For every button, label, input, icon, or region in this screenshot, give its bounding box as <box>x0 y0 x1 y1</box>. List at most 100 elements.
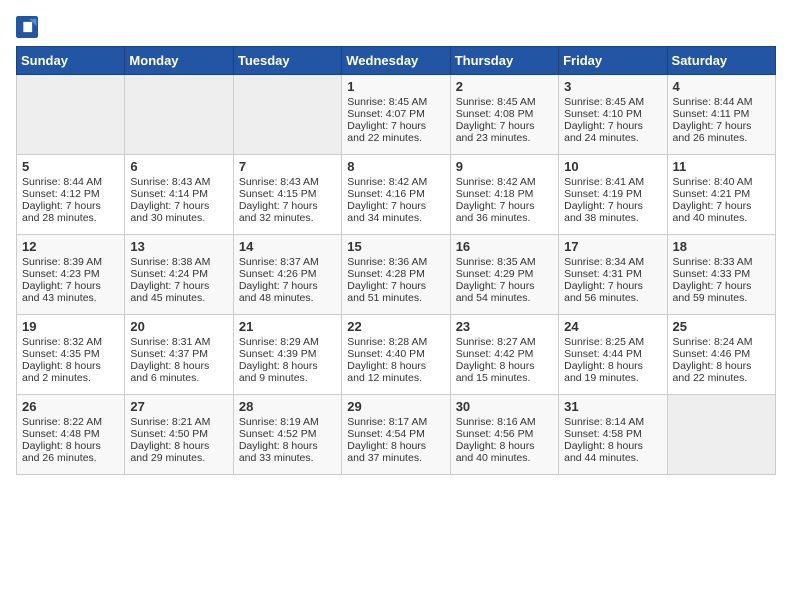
day-number: 29 <box>347 399 444 414</box>
sunset: Sunset: 4:11 PM <box>673 108 750 120</box>
day-number: 19 <box>22 319 119 334</box>
calendar-cell <box>233 75 341 155</box>
daylight: Daylight: 7 hours and 23 minutes. <box>456 120 535 144</box>
sunrise: Sunrise: 8:40 AM <box>673 176 753 188</box>
sunset: Sunset: 4:14 PM <box>130 188 208 200</box>
sunset: Sunset: 4:12 PM <box>22 188 100 200</box>
day-number: 4 <box>673 79 770 94</box>
sunrise: Sunrise: 8:38 AM <box>130 256 210 268</box>
calendar-cell: 17Sunrise: 8:34 AMSunset: 4:31 PMDayligh… <box>559 235 667 315</box>
calendar-cell: 8Sunrise: 8:42 AMSunset: 4:16 PMDaylight… <box>342 155 450 235</box>
sunrise: Sunrise: 8:16 AM <box>456 416 536 428</box>
daylight: Daylight: 8 hours and 9 minutes. <box>239 360 318 384</box>
calendar-cell: 5Sunrise: 8:44 AMSunset: 4:12 PMDaylight… <box>17 155 125 235</box>
sunrise: Sunrise: 8:37 AM <box>239 256 319 268</box>
sunrise: Sunrise: 8:45 AM <box>564 96 644 108</box>
sunrise: Sunrise: 8:14 AM <box>564 416 644 428</box>
calendar-cell: 14Sunrise: 8:37 AMSunset: 4:26 PMDayligh… <box>233 235 341 315</box>
calendar-cell: 19Sunrise: 8:32 AMSunset: 4:35 PMDayligh… <box>17 315 125 395</box>
day-number: 18 <box>673 239 770 254</box>
calendar-cell: 29Sunrise: 8:17 AMSunset: 4:54 PMDayligh… <box>342 395 450 475</box>
daylight: Daylight: 7 hours and 24 minutes. <box>564 120 643 144</box>
day-number: 23 <box>456 319 553 334</box>
sunset: Sunset: 4:54 PM <box>347 428 425 440</box>
calendar-header-day: Monday <box>125 47 233 75</box>
day-number: 25 <box>673 319 770 334</box>
sunset: Sunset: 4:42 PM <box>456 348 534 360</box>
sunrise: Sunrise: 8:36 AM <box>347 256 427 268</box>
calendar-cell <box>17 75 125 155</box>
calendar-cell: 10Sunrise: 8:41 AMSunset: 4:19 PMDayligh… <box>559 155 667 235</box>
sunset: Sunset: 4:21 PM <box>673 188 751 200</box>
calendar-cell: 30Sunrise: 8:16 AMSunset: 4:56 PMDayligh… <box>450 395 558 475</box>
daylight: Daylight: 8 hours and 44 minutes. <box>564 440 643 464</box>
day-number: 24 <box>564 319 661 334</box>
sunset: Sunset: 4:46 PM <box>673 348 751 360</box>
sunset: Sunset: 4:48 PM <box>22 428 100 440</box>
calendar-cell: 27Sunrise: 8:21 AMSunset: 4:50 PMDayligh… <box>125 395 233 475</box>
sunset: Sunset: 4:35 PM <box>22 348 100 360</box>
sunset: Sunset: 4:58 PM <box>564 428 642 440</box>
daylight: Daylight: 7 hours and 34 minutes. <box>347 200 426 224</box>
day-number: 13 <box>130 239 227 254</box>
day-number: 31 <box>564 399 661 414</box>
logo <box>16 16 42 38</box>
daylight: Daylight: 7 hours and 59 minutes. <box>673 280 752 304</box>
sunrise: Sunrise: 8:45 AM <box>456 96 536 108</box>
day-number: 26 <box>22 399 119 414</box>
day-number: 16 <box>456 239 553 254</box>
sunset: Sunset: 4:33 PM <box>673 268 751 280</box>
sunrise: Sunrise: 8:25 AM <box>564 336 644 348</box>
day-number: 20 <box>130 319 227 334</box>
calendar-cell: 26Sunrise: 8:22 AMSunset: 4:48 PMDayligh… <box>17 395 125 475</box>
daylight: Daylight: 8 hours and 29 minutes. <box>130 440 209 464</box>
calendar-cell: 23Sunrise: 8:27 AMSunset: 4:42 PMDayligh… <box>450 315 558 395</box>
daylight: Daylight: 8 hours and 22 minutes. <box>673 360 752 384</box>
day-number: 17 <box>564 239 661 254</box>
sunset: Sunset: 4:18 PM <box>456 188 534 200</box>
daylight: Daylight: 7 hours and 40 minutes. <box>673 200 752 224</box>
daylight: Daylight: 8 hours and 15 minutes. <box>456 360 535 384</box>
calendar-cell: 6Sunrise: 8:43 AMSunset: 4:14 PMDaylight… <box>125 155 233 235</box>
day-number: 11 <box>673 159 770 174</box>
calendar-header-day: Thursday <box>450 47 558 75</box>
sunset: Sunset: 4:24 PM <box>130 268 208 280</box>
logo-icon <box>16 16 38 38</box>
calendar-cell: 9Sunrise: 8:42 AMSunset: 4:18 PMDaylight… <box>450 155 558 235</box>
daylight: Daylight: 7 hours and 54 minutes. <box>456 280 535 304</box>
calendar-header: SundayMondayTuesdayWednesdayThursdayFrid… <box>17 47 776 75</box>
calendar-header-day: Sunday <box>17 47 125 75</box>
sunset: Sunset: 4:23 PM <box>22 268 100 280</box>
calendar-cell: 31 Sunrise: 8:14 AMSunset: 4:58 PMDayligh… <box>559 395 667 475</box>
sunset: Sunset: 4:08 PM <box>456 108 534 120</box>
day-number: 5 <box>22 159 119 174</box>
sunset: Sunset: 4:39 PM <box>239 348 317 360</box>
daylight: Daylight: 7 hours and 56 minutes. <box>564 280 643 304</box>
sunset: Sunset: 4:16 PM <box>347 188 425 200</box>
calendar-cell: 13 Sunrise: 8:38 AMSunset: 4:24 PMDayligh… <box>125 235 233 315</box>
daylight: Daylight: 8 hours and 37 minutes. <box>347 440 426 464</box>
calendar-cell: 15Sunrise: 8:36 AMSunset: 4:28 PMDayligh… <box>342 235 450 315</box>
calendar-table: SundayMondayTuesdayWednesdayThursdayFrid… <box>16 46 776 475</box>
daylight: Daylight: 8 hours and 6 minutes. <box>130 360 209 384</box>
sunrise: Sunrise: 8:35 AM <box>456 256 536 268</box>
sunrise: Sunrise: 8:44 AM <box>22 176 102 188</box>
sunrise: Sunrise: 8:28 AM <box>347 336 427 348</box>
sunrise: Sunrise: 8:45 AM <box>347 96 427 108</box>
sunset: Sunset: 4:15 PM <box>239 188 317 200</box>
calendar-cell: 22Sunrise: 8:28 AMSunset: 4:40 PMDayligh… <box>342 315 450 395</box>
daylight: Daylight: 7 hours and 45 minutes. <box>130 280 209 304</box>
day-number: 27 <box>130 399 227 414</box>
sunrise: Sunrise: 8:43 AM <box>130 176 210 188</box>
day-number: 28 <box>239 399 336 414</box>
sunrise: Sunrise: 8:19 AM <box>239 416 319 428</box>
daylight: Daylight: 8 hours and 26 minutes. <box>22 440 101 464</box>
calendar-cell: 12Sunrise: 8:39 AMSunset: 4:23 PMDayligh… <box>17 235 125 315</box>
daylight: Daylight: 7 hours and 36 minutes. <box>456 200 535 224</box>
sunset: Sunset: 4:44 PM <box>564 348 642 360</box>
calendar-header-day: Saturday <box>667 47 775 75</box>
daylight: Daylight: 8 hours and 12 minutes. <box>347 360 426 384</box>
daylight: Daylight: 8 hours and 33 minutes. <box>239 440 318 464</box>
sunrise: Sunrise: 8:32 AM <box>22 336 102 348</box>
day-number: 1 <box>347 79 444 94</box>
